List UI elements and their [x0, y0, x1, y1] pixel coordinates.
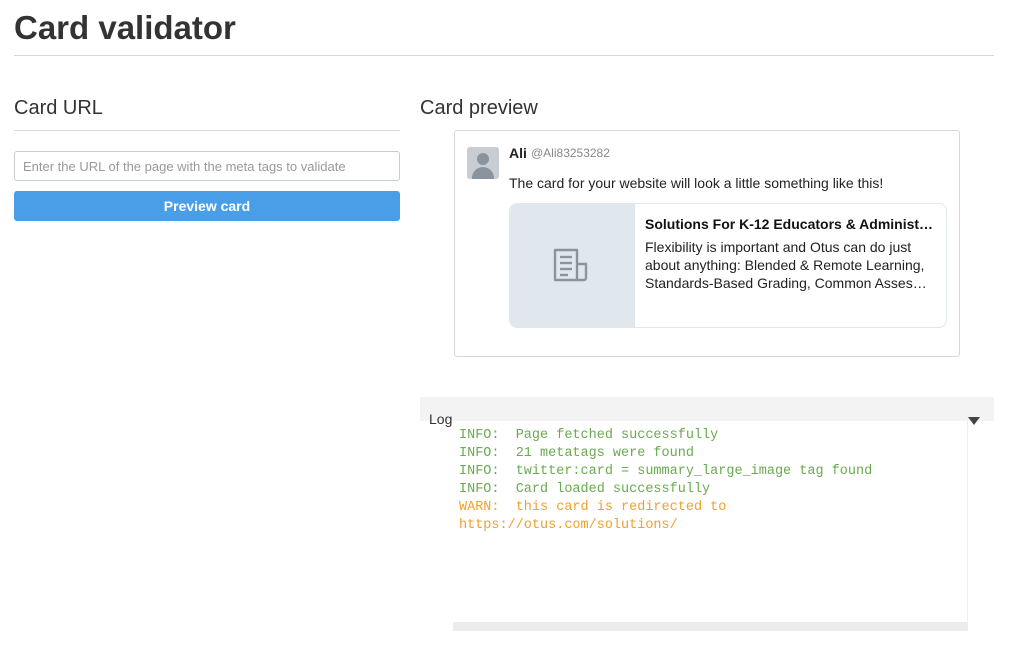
- page-title: Card validator: [14, 9, 236, 46]
- card-url-divider: [14, 130, 400, 131]
- card-title: Solutions For K-12 Educators & Administ…: [645, 216, 934, 232]
- tweet-text: The card for your website will look a li…: [509, 175, 884, 191]
- log-label: Log: [429, 411, 453, 427]
- log-line: INFO: twitter:card = summary_large_image…: [459, 464, 873, 479]
- log-line: WARN: this card is redirected to: [459, 500, 727, 515]
- user-handle: @Ali83253282: [531, 146, 610, 160]
- avatar-shoulders: [472, 167, 494, 179]
- document-icon: [553, 248, 588, 282]
- log-output[interactable]: INFO: Page fetched successfully INFO: 21…: [453, 421, 968, 631]
- card-url-input[interactable]: [14, 151, 400, 181]
- log-line: https://otus.com/solutions/: [459, 518, 678, 533]
- card-url-heading: Card URL: [14, 97, 103, 119]
- card-description: Flexibility is important and Otus can do…: [645, 238, 937, 292]
- title-divider: [14, 55, 994, 56]
- card-preview-frame: Ali @Ali83253282 The card for your websi…: [454, 130, 960, 357]
- log-header[interactable]: Log: [420, 397, 994, 427]
- log-line: INFO: Page fetched successfully: [459, 428, 719, 443]
- card-thumbnail: [510, 204, 635, 327]
- log-lines: INFO: Page fetched successfully INFO: 21…: [459, 427, 872, 535]
- avatar: [467, 147, 499, 179]
- card-description-line: about anything: Blended & Remote Learnin…: [645, 257, 925, 273]
- log-line: INFO: Card loaded successfully: [459, 482, 711, 497]
- card-preview-heading: Card preview: [420, 97, 538, 119]
- triangle-down-icon[interactable]: [968, 417, 980, 425]
- card-description-line: Flexibility is important and Otus can do…: [645, 239, 912, 255]
- log-line: INFO: 21 metatags were found: [459, 446, 694, 461]
- preview-card-button[interactable]: Preview card: [14, 191, 400, 221]
- link-card[interactable]: Solutions For K-12 Educators & Administ……: [509, 203, 947, 328]
- avatar-head: [477, 153, 489, 165]
- user-name: Ali: [509, 145, 527, 161]
- card-description-line: Standards-Based Grading, Common Asses…: [645, 275, 927, 291]
